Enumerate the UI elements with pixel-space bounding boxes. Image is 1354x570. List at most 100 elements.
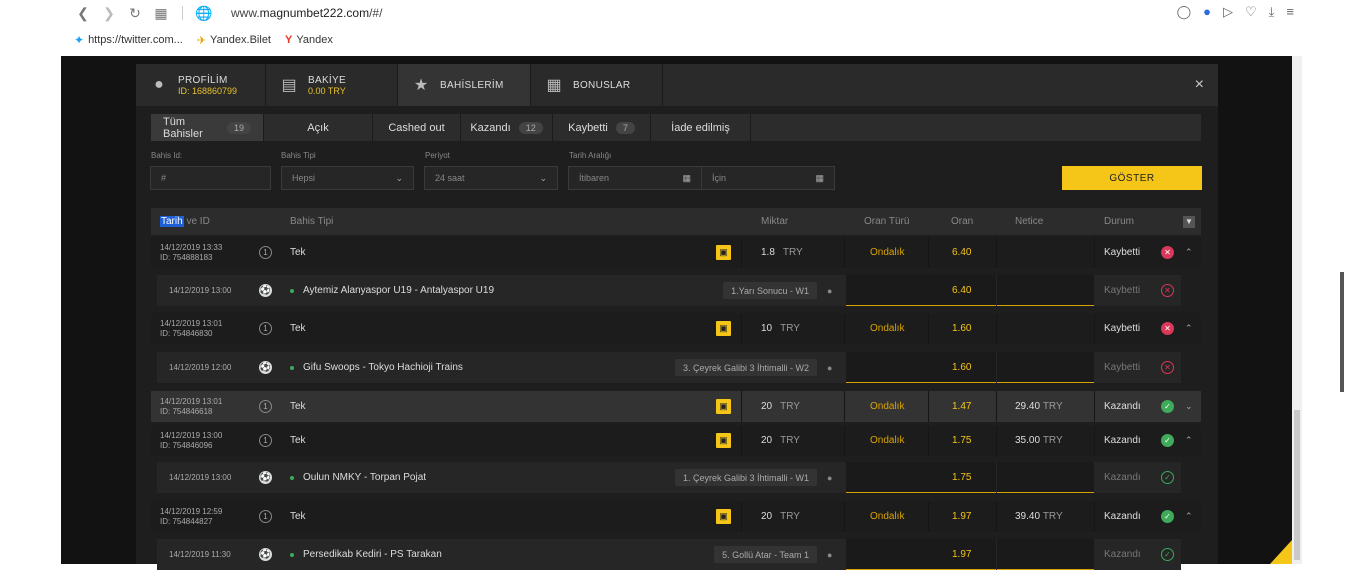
bookmark-yandex[interactable]: Y Yandex: [285, 34, 333, 46]
chevron-down-icon[interactable]: ⌄: [1185, 391, 1193, 422]
menu-icon[interactable]: ≡: [1286, 4, 1294, 20]
back-icon[interactable]: ❮: [70, 5, 96, 22]
tab-my-bets[interactable]: ★ BAHİSLERİM: [398, 64, 531, 106]
col-divider: [996, 425, 997, 456]
chevron-up-icon[interactable]: ⌃: [1185, 313, 1193, 344]
filter-lost[interactable]: Kaybetti 7: [553, 114, 651, 141]
lock-icon[interactable]: ▣: [716, 433, 731, 448]
info-icon[interactable]: ●: [827, 275, 832, 306]
bet-row[interactable]: 14/12/2019 13:00 ID: 754846096 1 Tek ▣ 20 TRY O…: [151, 425, 1201, 456]
info-icon[interactable]: ●: [827, 352, 832, 383]
chevron-up-icon[interactable]: ⌃: [1185, 237, 1193, 268]
download-icon[interactable]: ⤓: [1269, 4, 1275, 20]
bookmark-twitter[interactable]: ✦ https://twitter.com...: [74, 33, 183, 47]
lock-icon[interactable]: ▣: [716, 321, 731, 336]
event-name: Oulun NMKY - Torpan Pojat: [303, 472, 427, 483]
amount-value: 20: [761, 401, 773, 412]
filter-cashed-out[interactable]: Cashed out: [373, 114, 461, 141]
result-slot: [997, 539, 1094, 570]
period-value: 24 saat: [435, 173, 465, 183]
result-currency: TRY: [1042, 511, 1063, 522]
filter-label: Kazandı: [470, 121, 511, 134]
bet-row[interactable]: 14/12/2019 13:33 ID: 754888183 1 Tek ▣ 1.8 TRY…: [151, 237, 1201, 268]
bet-row[interactable]: 14/12/2019 12:59 ID: 754844827 1 Tek ▣ 20 TRY O…: [151, 501, 1201, 532]
selection-odds: 1.97: [930, 539, 996, 570]
date-from-input[interactable]: İtibaren ▦: [568, 166, 702, 190]
info-icon[interactable]: ●: [827, 462, 832, 493]
camera-icon[interactable]: ◯: [1177, 4, 1192, 20]
lock-icon[interactable]: ▣: [716, 245, 731, 260]
period-select[interactable]: 24 saat ⌄: [424, 166, 558, 190]
bet-id: ID: 754888183: [160, 252, 213, 262]
check-icon: ✓: [1161, 400, 1174, 413]
modal-tabs: ● PROFİLİM ID: 168860799 ▤ BAKİYE 0.00 TRY…: [136, 64, 1218, 106]
date-to-input[interactable]: İçin ▦: [701, 166, 835, 190]
bookmark-label: https://twitter.com...: [88, 34, 183, 46]
tab-profile[interactable]: ● PROFİLİM ID: 168860799: [136, 64, 266, 106]
sport-icon: ⚽: [259, 548, 272, 561]
chevron-up-icon[interactable]: ⌃: [1185, 501, 1193, 532]
chevron-up-icon[interactable]: ⌃: [1185, 425, 1193, 456]
bookmark-yandex-bilet[interactable]: ✈ Yandex.Bilet: [197, 34, 271, 47]
shield-icon[interactable]: ●: [1203, 4, 1211, 20]
filter-label: Cashed out: [388, 121, 445, 134]
col-date[interactable]: Tarih ve ID: [160, 216, 210, 227]
tab-bonuses[interactable]: ▦ BONUSLAR: [531, 64, 663, 106]
result-value: 35.00: [1015, 435, 1041, 446]
market-badge: 1.Yarı Sonucu - W1: [723, 282, 817, 299]
tab-balance[interactable]: ▤ BAKİYE 0.00 TRY: [266, 64, 398, 106]
bets-modal: ● PROFİLİM ID: 168860799 ▤ BAKİYE 0.00 TRY…: [136, 64, 1344, 570]
filter-open[interactable]: Açık: [264, 114, 373, 141]
tab-title: BONUSLAR: [573, 79, 631, 91]
table-scrollbar[interactable]: [1340, 272, 1344, 392]
amount-value: 20: [761, 511, 773, 522]
bet-odds: 1.47: [952, 401, 972, 412]
filter-all[interactable]: Tüm Bahisler 19: [151, 114, 264, 141]
col-odds-type: Oran Türü: [864, 216, 910, 227]
show-button[interactable]: GÖSTER: [1062, 166, 1202, 190]
single-bet-icon: 1: [259, 400, 272, 413]
selection-row[interactable]: 14/12/2019 12:00 ⚽ Gifu Swoops - Tokyo Hac…: [157, 352, 1181, 383]
url-prefix: www.: [231, 6, 260, 20]
market-badge: 5. Gollü Atar - Team 1: [714, 546, 817, 563]
check-icon: ✓: [1161, 434, 1174, 447]
filter-won[interactable]: Kazandı 12: [461, 114, 553, 141]
selection-row[interactable]: 14/12/2019 11:30 ⚽ Persedikab Kediri - PS …: [157, 539, 1181, 570]
reload-icon[interactable]: ↻: [122, 5, 148, 22]
bet-row[interactable]: 14/12/2019 13:01 ID: 754846830 1 Tek ▣ 10 TRY O…: [151, 313, 1201, 344]
col-divider: [741, 237, 742, 268]
lock-icon[interactable]: ▣: [716, 399, 731, 414]
live-dot-icon: [290, 366, 294, 370]
bet-type-select[interactable]: Hepsi ⌄: [281, 166, 414, 190]
apps-grid-icon[interactable]: ▦: [148, 5, 174, 22]
heart-icon[interactable]: ♡: [1245, 4, 1257, 20]
selection-row[interactable]: 14/12/2019 13:00 ⚽ Aytemiz Alanyaspor U19 …: [157, 275, 1181, 306]
columns-toggle-icon[interactable]: ▼: [1183, 216, 1195, 228]
selection-date: 14/12/2019 12:00: [169, 362, 232, 372]
bet-result: 29.40 TRY: [1015, 391, 1063, 422]
event-name: Gifu Swoops - Tokyo Hachioji Trains: [303, 362, 463, 373]
col-divider: [741, 391, 742, 422]
selection-row[interactable]: 14/12/2019 13:00 ⚽ Oulun NMKY - Torpan Poj…: [157, 462, 1181, 493]
date-range-label: Tarih Aralığı: [569, 151, 612, 160]
chevron-down-icon: ⌄: [539, 172, 547, 183]
bet-id-input[interactable]: #: [150, 166, 271, 190]
forward-icon[interactable]: ❯: [96, 5, 122, 22]
cross-icon: ✕: [1161, 246, 1174, 259]
event-name: Aytemiz Alanyaspor U19 - Antalyaspor U19: [303, 285, 495, 296]
selection-status: Kaybetti: [1104, 285, 1141, 296]
close-icon[interactable]: ×: [1195, 76, 1204, 94]
bet-row[interactable]: 14/12/2019 13:01 ID: 754846618 1 Tek ▣ 20 TRY O…: [151, 391, 1201, 422]
bet-result: [1015, 237, 1018, 268]
filter-refunded[interactable]: İade edilmiş: [651, 114, 751, 141]
lock-icon[interactable]: ▣: [716, 509, 731, 524]
table-header: Tarih ve ID Bahis Tipi Miktar Oran Türü …: [151, 208, 1201, 235]
live-dot-icon: [290, 476, 294, 480]
send-icon[interactable]: ▷: [1223, 4, 1233, 20]
corner-widget[interactable]: [1270, 540, 1292, 564]
page-scrollbar-thumb[interactable]: [1294, 410, 1300, 560]
plane-icon: ✈: [196, 34, 207, 47]
info-icon[interactable]: ●: [827, 539, 832, 570]
amount-currency: TRY: [780, 435, 800, 446]
address-bar[interactable]: www.magnumbet222.com/#/: [231, 6, 382, 20]
